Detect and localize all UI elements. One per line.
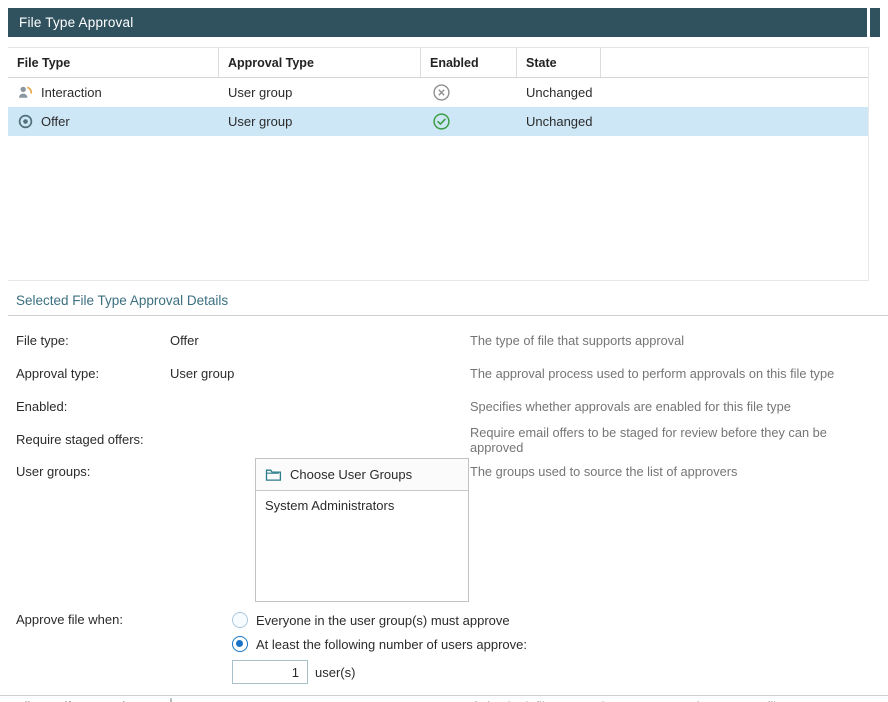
approver-count-line: user(s) xyxy=(232,660,888,684)
cell-enabled xyxy=(421,83,517,102)
cell-approval-type: User group xyxy=(219,85,421,100)
approval-type-description: The approval process used to perform app… xyxy=(470,366,888,381)
details-section-title: Selected File Type Approval Details xyxy=(16,293,888,308)
enabled-circle-check-icon xyxy=(432,112,451,131)
col-header-approval-type[interactable]: Approval Type xyxy=(219,48,421,77)
file-type-table-main: File Type Approval Type Enabled State In… xyxy=(8,47,868,281)
col-header-state[interactable]: State xyxy=(517,48,601,77)
at-least-radio[interactable] xyxy=(232,636,248,652)
approval-type-text: User group xyxy=(228,85,292,100)
self-approval-checkbox[interactable] xyxy=(170,698,172,702)
state-text: Unchanged xyxy=(526,114,593,129)
file-type-value: Offer xyxy=(170,333,470,348)
form-row-approve-when: Approve file when: Everyone in the user … xyxy=(16,608,888,684)
form-row-require-staged: Require staged offers: Require email off… xyxy=(16,423,888,456)
file-type-text: Offer xyxy=(41,114,70,129)
approver-count-input[interactable] xyxy=(232,660,308,684)
cell-enabled xyxy=(421,112,517,131)
titlebar-row: File Type Approval xyxy=(8,8,880,37)
state-text: Unchanged xyxy=(526,85,593,100)
disabled-circle-x-icon xyxy=(432,83,451,102)
file-type-table: File Type Approval Type Enabled State In… xyxy=(8,47,880,281)
form-row-enabled: Enabled: Specifies whether approvals are… xyxy=(16,390,888,423)
table-header-row: File Type Approval Type Enabled State xyxy=(8,47,868,78)
choose-user-groups-label: Choose User Groups xyxy=(290,467,412,482)
approver-count-suffix: user(s) xyxy=(315,665,355,680)
everyone-radio[interactable] xyxy=(232,612,248,628)
details-divider xyxy=(8,315,888,316)
form-row-user-groups: User groups: Choose User Groups System A… xyxy=(16,456,888,608)
approve-when-options: Everyone in the user group(s) must appro… xyxy=(232,608,888,684)
open-folder-icon xyxy=(265,467,282,482)
file-type-approval-panel: File Type Approval File Type Approval Ty… xyxy=(0,0,888,702)
col-header-file-type[interactable]: File Type xyxy=(8,48,219,77)
at-least-radio-label[interactable]: At least the following number of users a… xyxy=(256,637,527,652)
titlebar-corner xyxy=(870,8,880,37)
enabled-label: Enabled: xyxy=(16,399,170,414)
interaction-icon xyxy=(17,84,34,101)
form-row-file-type: File type: Offer The type of file that s… xyxy=(16,324,888,357)
file-type-description: The type of file that supports approval xyxy=(470,333,888,348)
user-group-item[interactable]: System Administrators xyxy=(265,498,459,516)
user-groups-label: User groups: xyxy=(16,456,170,479)
cell-file-type: Interaction xyxy=(8,84,219,101)
user-groups-description: The groups used to source the list of ap… xyxy=(470,456,888,479)
cell-file-type: Offer xyxy=(8,113,219,130)
choose-user-groups-button[interactable]: Choose User Groups xyxy=(256,459,468,491)
approval-type-text: User group xyxy=(228,114,292,129)
cell-approval-type: User group xyxy=(219,114,421,129)
require-staged-description: Require email offers to be staged for re… xyxy=(470,425,888,455)
enabled-description: Specifies whether approvals are enabled … xyxy=(470,399,888,414)
require-staged-label: Require staged offers: xyxy=(16,432,170,447)
form-row-self-approval: Allow self-approval: If checked, file ap… xyxy=(16,690,888,702)
cell-state: Unchanged xyxy=(517,85,601,100)
form-row-approval-type: Approval type: User group The approval p… xyxy=(16,357,888,390)
table-vertical-scrollbar[interactable] xyxy=(868,47,880,281)
approval-type-label: Approval type: xyxy=(16,366,170,381)
user-groups-list[interactable]: System Administrators xyxy=(256,491,468,601)
approve-when-label: Approve file when: xyxy=(16,608,170,627)
details-form: File type: Offer The type of file that s… xyxy=(16,324,888,702)
option-everyone[interactable]: Everyone in the user group(s) must appro… xyxy=(232,608,888,632)
approval-type-value: User group xyxy=(170,366,470,381)
option-at-least[interactable]: At least the following number of users a… xyxy=(232,632,888,656)
cell-state: Unchanged xyxy=(517,114,601,129)
user-groups-box: Choose User Groups System Administrators xyxy=(255,458,469,602)
panel-bottom-border xyxy=(0,695,888,696)
col-header-enabled[interactable]: Enabled xyxy=(421,48,517,77)
file-type-text: Interaction xyxy=(41,85,102,100)
col-header-filler xyxy=(601,48,868,77)
panel-title: File Type Approval xyxy=(8,8,867,37)
everyone-radio-label[interactable]: Everyone in the user group(s) must appro… xyxy=(256,613,510,628)
offer-icon xyxy=(17,113,34,130)
file-type-label: File type: xyxy=(16,333,170,348)
table-row-interaction[interactable]: Interaction User group Unchanged xyxy=(8,78,868,107)
table-empty-area xyxy=(8,136,868,280)
table-row-offer[interactable]: Offer User group Unchanged xyxy=(8,107,868,136)
